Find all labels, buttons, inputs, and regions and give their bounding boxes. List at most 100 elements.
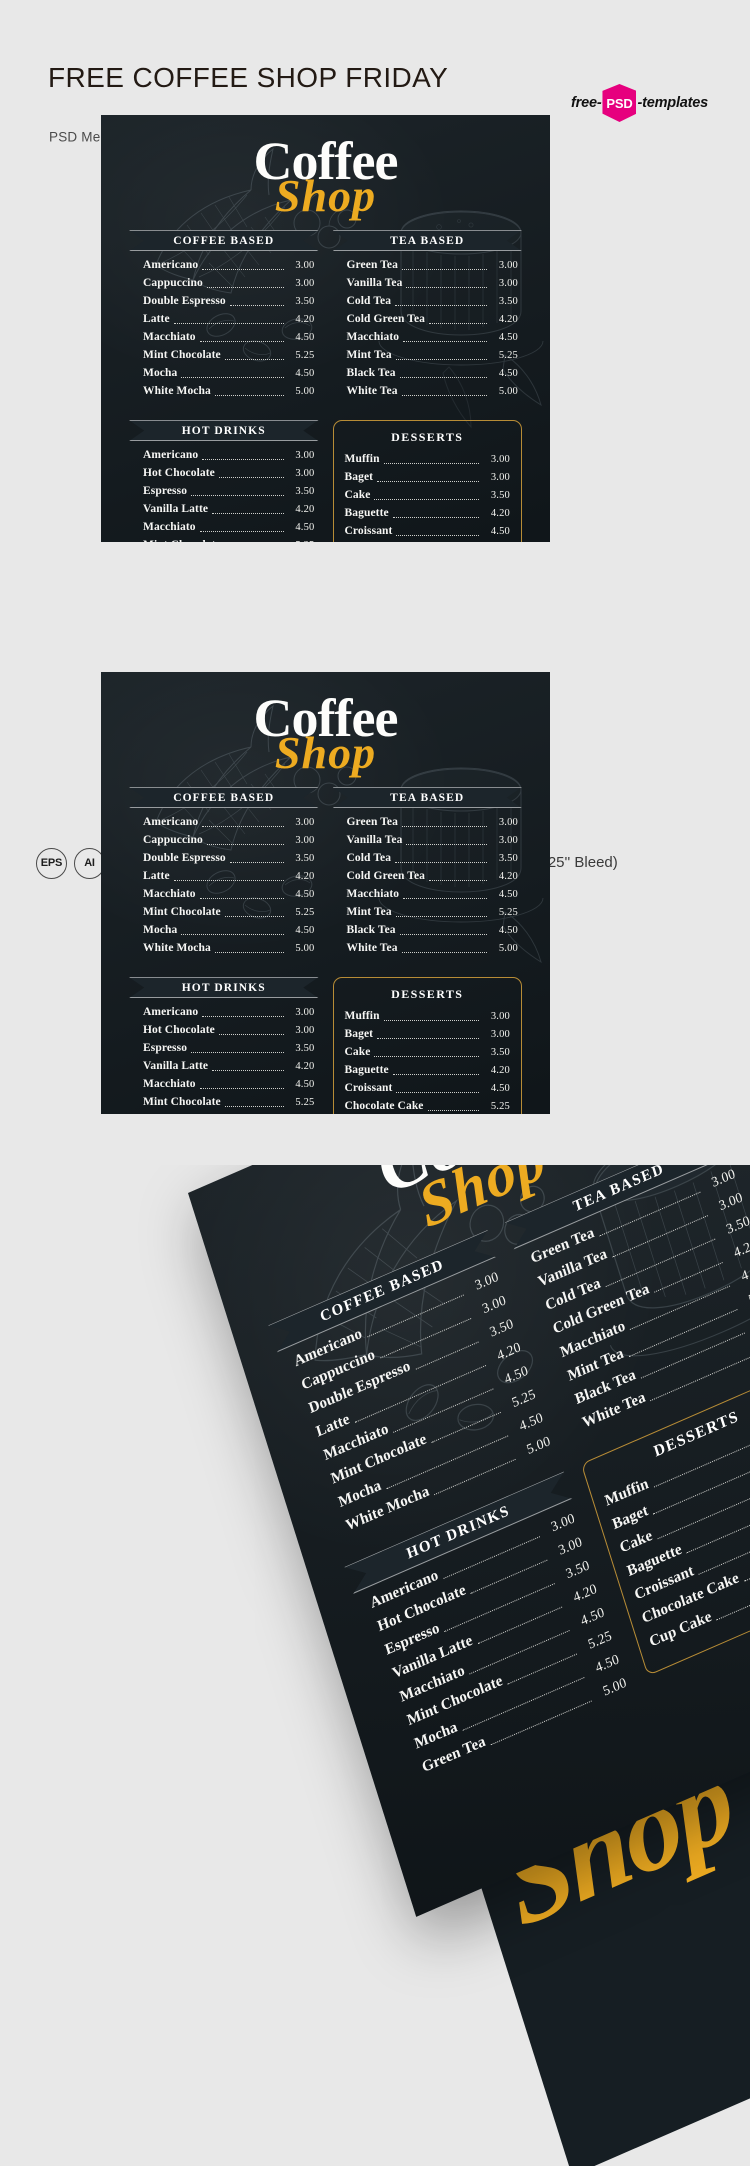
menu-item-name: Baget <box>344 471 374 484</box>
menu-item-price: 5.25 <box>498 907 518 919</box>
menu-item-name: Croissant <box>344 525 393 538</box>
menu-item: White Tea 5.00 <box>347 943 519 955</box>
leader-dots <box>429 322 487 324</box>
menu-item: Cake 3.50 <box>345 490 511 502</box>
menu-item: Double Espresso 3.50 <box>143 296 315 308</box>
menu-item-price: 3.00 <box>498 278 518 290</box>
leader-dots <box>395 861 487 863</box>
menu-item-name: Americano <box>143 449 199 462</box>
menu-preview-card-angled[interactable]: Coffee Shop COFFEE BASED Americano3.00Ca… <box>188 1165 750 1917</box>
logo-shield-text: PSD <box>606 95 633 111</box>
menu-item-price: 4.50 <box>295 889 315 901</box>
menu-item-list: Green Tea 3.00 Vanilla Tea 3.00 Cold Tea 3.50… <box>333 260 523 398</box>
menu-item-name: Hot Chocolate <box>143 1024 215 1037</box>
free-psd-templates-logo[interactable]: free- PSD -templates <box>571 84 708 122</box>
menu-item-price: 3.50 <box>490 490 510 502</box>
menu-item-price: 5.00 <box>600 1674 629 1699</box>
menu-item-price: 4.50 <box>739 1259 750 1284</box>
menu-item-name: Macchiato <box>346 888 400 901</box>
leader-dots <box>181 376 284 378</box>
menu-item-name: Macchiato <box>143 1078 196 1091</box>
leader-dots <box>429 879 487 881</box>
menu-item-name: Macchiato <box>346 331 400 344</box>
menu-item-name: Hot Chocolate <box>143 467 215 480</box>
menu-item-price: 3.00 <box>295 450 315 462</box>
menu-item-price: 4.50 <box>498 889 518 901</box>
menu-item-price: 4.20 <box>295 314 315 326</box>
menu-item: Mocha 4.50 <box>143 925 315 937</box>
menu-item: Baget 3.00 <box>345 1029 511 1041</box>
menu-item-price: 4.20 <box>498 314 518 326</box>
menu-item-name: Cold Tea <box>346 295 392 308</box>
leader-dots <box>206 286 284 288</box>
menu-item-price: 5.25 <box>509 1385 538 1411</box>
leader-dots <box>218 476 284 478</box>
menu-item: Mocha 4.50 <box>143 368 315 380</box>
menu-item: White Mocha 5.00 <box>143 943 315 955</box>
menu-item-name: White Mocha <box>143 385 211 398</box>
menu-item: Hot Chocolate 3.00 <box>143 1025 315 1037</box>
menu-item: Cold Green Tea 4.20 <box>347 871 519 883</box>
menu-item: Croissant 4.50 <box>345 526 511 538</box>
menu-item-price: 4.20 <box>495 1338 523 1364</box>
menu-item: Macchiato 4.50 <box>347 332 519 344</box>
section-title: HOT DRINKS <box>181 424 266 437</box>
leader-dots <box>191 494 284 496</box>
menu-item-price: 5.25 <box>586 1627 614 1652</box>
brand-title: Coffee Shop <box>101 115 550 218</box>
leader-dots <box>377 1037 479 1039</box>
menu-item-name: Vanilla Tea <box>346 834 403 847</box>
leader-dots <box>401 268 487 270</box>
menu-preview-card-second[interactable]: Coffee Shop COFFEE BASED Americano 3.00 Ca… <box>101 672 550 1114</box>
menu-item-price: 5.25 <box>295 350 315 362</box>
menu-item: Black Tea 4.50 <box>347 925 519 937</box>
menu-item-price: 3.50 <box>563 1556 592 1582</box>
menu-item-price: 4.50 <box>295 1079 315 1091</box>
menu-item-price: 4.20 <box>295 871 315 883</box>
shield-icon: PSD <box>602 84 636 122</box>
desserts-box: DESSERTS Muffin 3.00 Baget 3.00 Cake 3.50 Bagu… <box>332 420 522 542</box>
menu-item-price: 3.00 <box>490 454 510 466</box>
leader-dots <box>224 1105 284 1107</box>
menu-item-price: 4.50 <box>295 925 315 937</box>
section-desserts: DESSERTS Muffin 3.00 Baget 3.00 Cake 3.50 Bagu… <box>332 420 522 542</box>
menu-item-name: Cake <box>344 489 371 502</box>
menu-item-name: White Mocha <box>143 942 211 955</box>
menu-preview-card-front[interactable]: Coffee Shop COFFEE BASED Americano 3.00 Ca… <box>101 115 550 542</box>
menu-item-price: 5.25 <box>490 1101 510 1113</box>
menu-item-name: Espresso <box>143 485 188 498</box>
menu-item-price: 3.00 <box>549 1509 577 1535</box>
menu-item: Baget 3.00 <box>345 472 511 484</box>
menu-item-name: Muffin <box>344 1010 380 1023</box>
menu-item-price: 3.00 <box>556 1533 584 1558</box>
menu-item: Espresso 3.50 <box>143 1043 315 1055</box>
menu-item-price: 4.50 <box>498 332 518 344</box>
menu-item-price: 4.20 <box>490 1065 510 1077</box>
menu-item: Baguette 4.20 <box>345 508 511 520</box>
menu-item: Macchiato 4.50 <box>143 1079 315 1091</box>
menu-item-name: Vanilla Latte <box>143 1060 209 1073</box>
menu-item: Vanilla Latte 4.20 <box>143 1061 315 1073</box>
menu-item-name: Macchiato <box>143 521 196 534</box>
menu-item-name: Cold Green Tea <box>346 313 426 326</box>
menu-item: Mint Tea 5.25 <box>347 350 519 362</box>
section-hot-drinks: HOT DRINKS Americano 3.00 Hot Chocolate 3.0… <box>129 420 319 542</box>
leader-dots <box>401 394 487 396</box>
menu-item-price: 4.20 <box>295 1061 315 1073</box>
menu-item-price: 3.50 <box>724 1212 750 1237</box>
menu-item: Baguette 4.20 <box>345 1065 511 1077</box>
menu-item: Vanilla Tea 3.00 <box>347 278 519 290</box>
menu-item-price: 5.00 <box>498 386 518 398</box>
leader-dots <box>173 322 284 324</box>
perspective-mockup: Coffee Shop <box>0 1165 750 2166</box>
section-header-ribbon: TEA BASED <box>333 230 523 251</box>
menu-item: Vanilla Latte 4.20 <box>143 504 315 516</box>
logo-text-left: free- <box>571 95 602 111</box>
section-header-ribbon: HOT DRINKS <box>129 977 319 998</box>
menu-item-price: 3.00 <box>490 1029 510 1041</box>
menu-item-price: 4.50 <box>295 332 315 344</box>
desserts-box: DESSERTS Muffin 3.00 Baget 3.00 Cake 3.50 Bagu… <box>332 977 522 1114</box>
menu-item-price: 5.25 <box>288 541 315 542</box>
leader-dots <box>199 1087 284 1089</box>
leader-dots <box>202 458 284 460</box>
